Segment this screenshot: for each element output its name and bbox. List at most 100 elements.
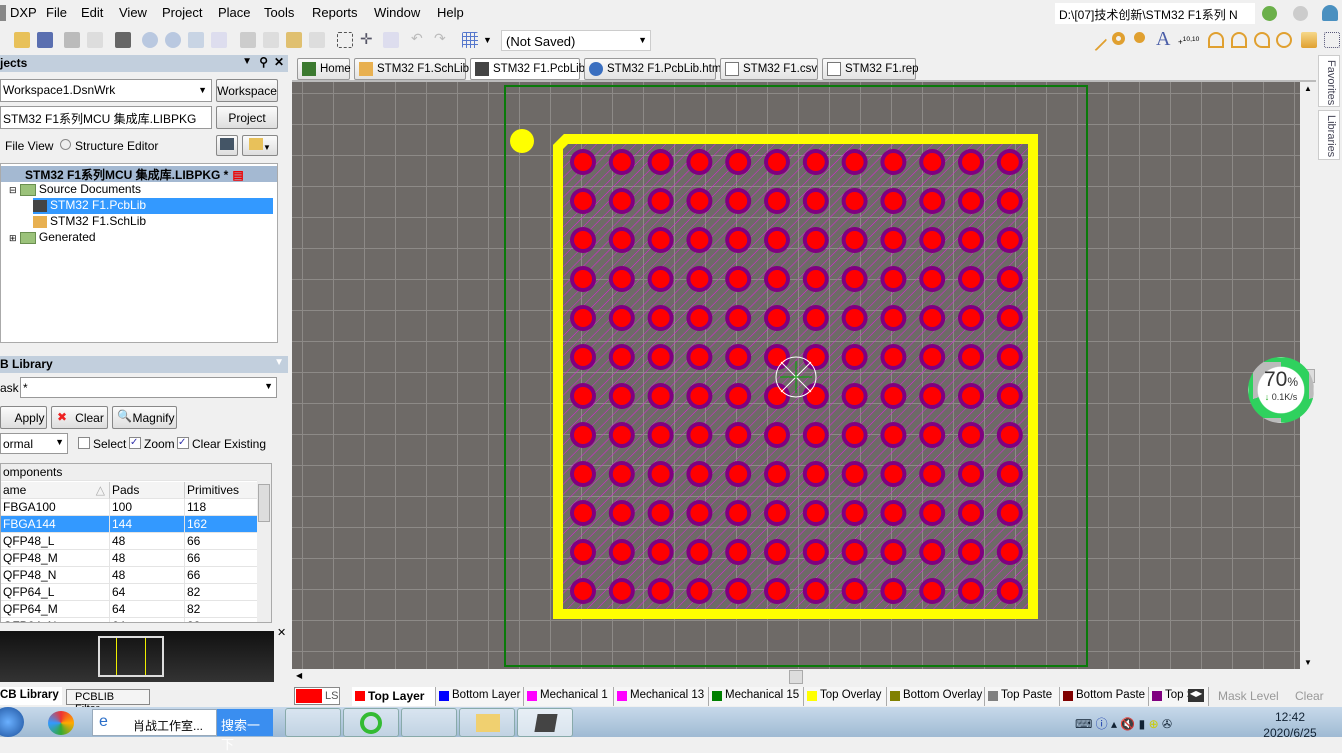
pad[interactable] [725, 461, 752, 487]
pad[interactable] [919, 227, 946, 253]
pad[interactable] [647, 305, 674, 331]
scroll-thumb[interactable] [789, 670, 803, 684]
pad[interactable] [647, 500, 674, 526]
pad[interactable] [686, 461, 713, 487]
fill-icon[interactable] [1301, 32, 1317, 48]
pad[interactable] [996, 578, 1023, 604]
table-cell[interactable]: FBGA100 [1, 499, 109, 516]
pad[interactable] [919, 500, 946, 526]
tree-root[interactable]: STM32 F1系列MCU 集成库.LIBPKG * ▤ [1, 166, 277, 182]
layer-tab[interactable]: Mechanical 15 [709, 687, 804, 706]
collapse-preview-icon[interactable]: ✕ [277, 626, 286, 639]
mask-mode-select[interactable]: ormal ▼ [0, 433, 68, 454]
close-icon[interactable]: ✕ [274, 55, 284, 69]
pad[interactable] [919, 149, 946, 175]
pad[interactable] [802, 539, 829, 565]
pad[interactable] [764, 539, 790, 565]
back-icon[interactable] [1262, 6, 1277, 21]
table-cell[interactable]: 64 [109, 584, 184, 601]
pad[interactable] [880, 461, 907, 487]
magnify-button[interactable]: 🔍 Magnify [112, 406, 177, 429]
pad[interactable] [919, 461, 946, 487]
select-area-icon[interactable] [337, 32, 353, 48]
full-circle-icon[interactable] [1276, 32, 1292, 48]
tree-item-pcblib[interactable]: STM32 F1.PcbLib [33, 198, 273, 214]
copy-icon[interactable] [263, 32, 279, 48]
column-header-name[interactable]: ame △ [1, 482, 109, 499]
tab-favorites[interactable]: Favorites [1318, 55, 1340, 107]
layer-tab[interactable]: Bottom Overlay [887, 687, 985, 706]
pad[interactable] [802, 461, 829, 487]
pad[interactable] [647, 266, 674, 292]
pad[interactable] [958, 188, 984, 214]
pad[interactable] [608, 344, 635, 370]
arc-center-icon[interactable] [1208, 32, 1224, 48]
pad[interactable] [647, 578, 674, 604]
compile-button[interactable] [216, 135, 238, 156]
pad[interactable] [647, 188, 674, 214]
pad[interactable] [841, 188, 868, 214]
arc-any-angle-icon[interactable] [1254, 32, 1270, 48]
scroll-thumb[interactable] [258, 484, 270, 522]
pad[interactable] [841, 149, 868, 175]
tree-folder-source[interactable]: ⊟ Source Documents [9, 182, 141, 198]
tab-csv[interactable]: STM32 F1.csv [720, 58, 818, 80]
pad[interactable] [880, 266, 907, 292]
layer-tab[interactable]: Bottom Paste [1060, 687, 1149, 706]
help-icon[interactable]: ⓘ [1096, 717, 1108, 731]
mask-input[interactable]: * ▼ [20, 377, 277, 398]
taskbar-explorer[interactable] [459, 708, 515, 737]
table-cell[interactable]: 82 [184, 618, 259, 622]
pad[interactable] [802, 500, 829, 526]
zoom-in-icon[interactable] [142, 32, 158, 48]
pad[interactable] [802, 383, 829, 409]
zoom-checkbox[interactable]: ✓ [129, 437, 141, 449]
pad[interactable] [570, 227, 596, 253]
layer-tab[interactable]: Bottom Layer [436, 687, 524, 706]
pad[interactable] [802, 266, 829, 292]
pad[interactable] [608, 422, 635, 448]
browser-search-box[interactable]: e 肖战工作室... [92, 709, 217, 736]
menu-project[interactable]: Project [162, 5, 202, 20]
pad[interactable] [608, 500, 635, 526]
pin-icon[interactable]: ⚲ [259, 55, 268, 69]
pad[interactable] [996, 539, 1023, 565]
pad[interactable] [686, 578, 713, 604]
table-cell[interactable]: 144 [109, 516, 184, 533]
pad[interactable] [880, 422, 907, 448]
pcb-canvas[interactable] [292, 82, 1300, 669]
pad[interactable] [570, 539, 596, 565]
table-scrollbar[interactable] [257, 464, 271, 622]
pad[interactable] [647, 461, 674, 487]
menu-place[interactable]: Place [218, 5, 251, 20]
via-icon[interactable] [1134, 32, 1145, 43]
project-field[interactable]: STM32 F1系列MCU 集成库.LIBPKG [0, 106, 212, 129]
forward-icon[interactable] [1293, 6, 1308, 21]
pad[interactable] [880, 344, 907, 370]
pad[interactable] [686, 539, 713, 565]
coordinate-icon[interactable]: +10,10 [1178, 36, 1199, 52]
table-cell[interactable]: QFP48_N [1, 567, 109, 584]
pad[interactable] [764, 422, 790, 448]
menu-window[interactable]: Window [374, 5, 420, 20]
structure-editor-radio[interactable] [60, 139, 71, 150]
pad[interactable] [919, 188, 946, 214]
home-icon[interactable] [1322, 5, 1338, 21]
print-preview-icon[interactable] [87, 32, 103, 48]
menu-reports[interactable]: Reports [312, 5, 358, 20]
menu-help[interactable]: Help [437, 5, 464, 20]
panel-menu-icon[interactable]: ▼ [242, 56, 252, 67]
table-cell[interactable]: QFP48_M [1, 550, 109, 567]
pad[interactable] [725, 422, 752, 448]
clear-existing-checkbox[interactable]: ✓ [177, 437, 189, 449]
pad[interactable] [996, 461, 1023, 487]
app-360-icon[interactable] [48, 711, 74, 735]
pad[interactable] [608, 227, 635, 253]
pad[interactable] [647, 149, 674, 175]
pad[interactable] [725, 383, 752, 409]
table-cell[interactable]: 82 [184, 601, 259, 618]
pad[interactable] [880, 149, 907, 175]
pad[interactable] [570, 344, 596, 370]
pad[interactable] [880, 539, 907, 565]
table-cell[interactable]: 100 [109, 499, 184, 516]
